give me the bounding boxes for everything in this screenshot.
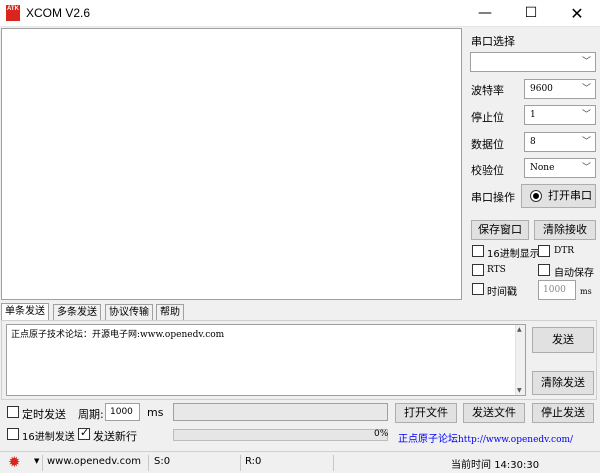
scroll-up-icon[interactable]: ▲ <box>517 326 522 333</box>
maximize-button[interactable]: ☐ <box>508 0 554 27</box>
send-file-button[interactable]: 发送文件 <box>463 403 525 423</box>
newline-checkbox[interactable] <box>78 426 90 440</box>
status-divider <box>148 455 149 471</box>
file-path-input[interactable] <box>173 403 388 421</box>
gear-icon[interactable]: ✹ <box>8 453 21 471</box>
rts-label: RTS <box>487 265 506 275</box>
tab-single-send[interactable]: 单条发送 <box>1 303 49 321</box>
receive-textarea[interactable] <box>1 28 462 300</box>
hex-send-label: 16进制发送 <box>22 432 75 443</box>
chevron-down-icon: ﹀ <box>581 110 591 120</box>
tab-protocol[interactable]: 协议传输 <box>105 304 153 321</box>
port-select-dropdown[interactable]: ﹀ <box>470 52 596 72</box>
timestamp-unit: ms <box>580 287 592 296</box>
chevron-down-icon: ﹀ <box>581 137 591 147</box>
status-website[interactable]: www.openedv.com <box>47 456 141 467</box>
dtr-checkbox[interactable] <box>538 245 550 257</box>
timestamp-interval-input[interactable]: 1000 <box>538 280 576 300</box>
data-bits-dropdown[interactable]: 8 ﹀ <box>524 132 596 152</box>
period-label: 周期: <box>78 408 104 421</box>
dtr-label: DTR <box>554 246 574 256</box>
open-port-button[interactable]: 打开串口 <box>521 184 596 208</box>
send-scrollbar[interactable]: ▲ ▼ <box>515 325 525 395</box>
progress-percent: 0% <box>374 429 389 439</box>
hex-display-checkbox[interactable] <box>472 245 484 257</box>
baud-rate-value: 9600 <box>530 84 553 94</box>
baud-label: 波特率 <box>471 84 504 97</box>
timed-send-label: 定时发送 <box>22 408 66 421</box>
auto-save-checkbox[interactable] <box>538 264 550 276</box>
save-window-button[interactable]: 保存窗口 <box>471 220 529 240</box>
send-textarea[interactable]: 正点原子技术论坛：开源电子网:www.openedv.com <box>6 324 526 396</box>
chevron-down-icon: ﹀ <box>581 163 591 173</box>
rts-checkbox[interactable] <box>472 264 484 276</box>
scroll-down-icon[interactable]: ▼ <box>517 387 522 394</box>
send-progress-bar <box>173 429 388 441</box>
stop-bits-value: 1 <box>530 110 536 120</box>
stop-bits-dropdown[interactable]: 1 ﹀ <box>524 105 596 125</box>
minimize-button[interactable]: — <box>462 0 508 27</box>
open-port-label: 打开串口 <box>548 189 592 202</box>
forum-link-text: 正点原子论坛 <box>398 434 458 445</box>
status-divider <box>333 455 334 471</box>
baud-rate-dropdown[interactable]: 9600 ﹀ <box>524 79 596 99</box>
chevron-down-icon[interactable]: ▼ <box>34 457 39 465</box>
status-time-label: 当前时间 <box>451 460 491 471</box>
status-time: 当前时间 14:30:30 <box>451 456 539 471</box>
tab-help[interactable]: 帮助 <box>156 304 184 321</box>
stop-bits-label: 停止位 <box>471 111 504 124</box>
tab-multi-send[interactable]: 多条发送 <box>53 304 101 321</box>
port-select-label: 串口选择 <box>471 35 515 48</box>
parity-dropdown[interactable]: None ﹀ <box>524 158 596 178</box>
period-input[interactable]: 1000 <box>105 403 140 421</box>
status-divider <box>42 455 43 471</box>
status-sent-count: S:0 <box>154 456 171 467</box>
newline-label: 发送新行 <box>93 430 137 443</box>
window-title: XCOM V2.6 <box>26 6 91 20</box>
timestamp-checkbox[interactable] <box>472 283 484 295</box>
clear-receive-button[interactable]: 清除接收 <box>534 220 596 240</box>
data-bits-label: 数据位 <box>471 138 504 151</box>
timed-send-checkbox[interactable] <box>7 406 19 418</box>
clear-send-button[interactable]: 清除发送 <box>532 371 594 395</box>
chevron-down-icon: ﹀ <box>581 84 591 94</box>
hex-display-label: 16进制显示 <box>487 249 540 260</box>
period-unit: ms <box>147 406 164 419</box>
port-operation-label: 串口操作 <box>471 191 515 204</box>
send-button[interactable]: 发送 <box>532 327 594 353</box>
app-logo-icon: ATK <box>6 5 20 21</box>
close-button[interactable]: ✕ <box>554 0 600 27</box>
status-divider <box>240 455 241 471</box>
forum-link-url: http://www.openedv.com/ <box>458 435 574 445</box>
parity-value: None <box>530 163 555 173</box>
status-received-count: R:0 <box>245 456 262 467</box>
title-bar: ATK XCOM V2.6 — ☐ ✕ <box>0 0 600 27</box>
auto-save-label: 自动保存 <box>554 268 594 279</box>
hex-send-checkbox[interactable] <box>7 428 19 440</box>
status-time-value: 14:30:30 <box>494 460 540 471</box>
open-file-button[interactable]: 打开文件 <box>395 403 457 423</box>
parity-label: 校验位 <box>471 164 504 177</box>
forum-link[interactable]: 正点原子论坛http://www.openedv.com/ <box>398 430 573 445</box>
data-bits-value: 8 <box>530 137 536 147</box>
timestamp-label: 时间戳 <box>487 287 517 298</box>
status-bar: ✹ ▼ www.openedv.com S:0 R:0 当前时间 14:30:3… <box>0 451 600 473</box>
radio-on-icon <box>530 190 542 202</box>
stop-send-button[interactable]: 停止发送 <box>532 403 594 423</box>
chevron-down-icon: ﹀ <box>581 57 591 67</box>
